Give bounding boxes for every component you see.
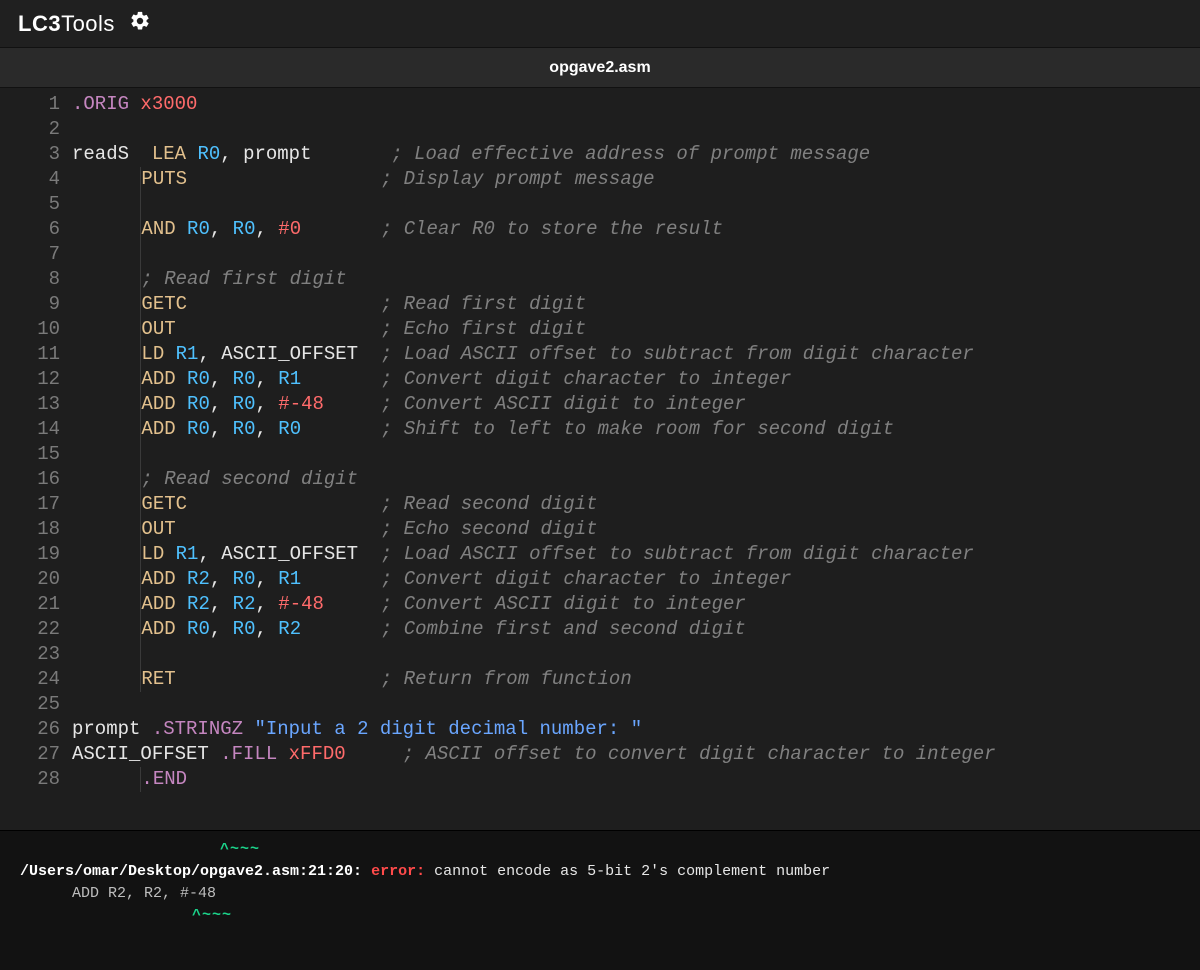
line-number: 8 bbox=[0, 267, 60, 292]
indent-guide bbox=[140, 192, 141, 217]
code-line[interactable]: PUTS ; Display prompt message bbox=[72, 167, 1200, 192]
line-number: 18 bbox=[0, 517, 60, 542]
line-number: 21 bbox=[0, 592, 60, 617]
tabstrip: opgave2.asm bbox=[0, 48, 1200, 88]
console-error-label: error: bbox=[371, 863, 425, 880]
code-line[interactable] bbox=[72, 442, 1200, 467]
code-line[interactable]: ADD R0, R0, R1 ; Convert digit character… bbox=[72, 367, 1200, 392]
line-number: 26 bbox=[0, 717, 60, 742]
line-number: 17 bbox=[0, 492, 60, 517]
line-number: 22 bbox=[0, 617, 60, 642]
code-line[interactable] bbox=[72, 692, 1200, 717]
code-line[interactable] bbox=[72, 117, 1200, 142]
code-line[interactable]: prompt .STRINGZ "Input a 2 digit decimal… bbox=[72, 717, 1200, 742]
indent-guide bbox=[140, 442, 141, 467]
line-number: 27 bbox=[0, 742, 60, 767]
code-line[interactable]: ; Read first digit bbox=[72, 267, 1200, 292]
line-number: 16 bbox=[0, 467, 60, 492]
titlebar: LC3Tools bbox=[0, 0, 1200, 48]
line-number: 28 bbox=[0, 767, 60, 792]
code-line[interactable]: ADD R0, R0, R2 ; Combine first and secon… bbox=[72, 617, 1200, 642]
tab-active[interactable]: opgave2.asm bbox=[549, 59, 650, 77]
code-line[interactable]: .ORIG x3000 bbox=[72, 92, 1200, 117]
app-title-thin: Tools bbox=[61, 11, 115, 36]
code-line[interactable]: ADD R0, R0, R0 ; Shift to left to make r… bbox=[72, 417, 1200, 442]
line-number: 14 bbox=[0, 417, 60, 442]
line-number: 10 bbox=[0, 317, 60, 342]
settings-button[interactable] bbox=[127, 11, 153, 37]
code-line[interactable] bbox=[72, 192, 1200, 217]
line-number: 25 bbox=[0, 692, 60, 717]
code-line[interactable]: ; Read second digit bbox=[72, 467, 1200, 492]
line-number: 20 bbox=[0, 567, 60, 592]
line-number: 13 bbox=[0, 392, 60, 417]
code-line[interactable]: GETC ; Read second digit bbox=[72, 492, 1200, 517]
code-line[interactable]: GETC ; Read first digit bbox=[72, 292, 1200, 317]
code-line[interactable]: RET ; Return from function bbox=[72, 667, 1200, 692]
app-title-bold: LC3 bbox=[18, 11, 61, 36]
indent-guide bbox=[140, 642, 141, 667]
code-line[interactable]: ADD R2, R2, #-48 ; Convert ASCII digit t… bbox=[72, 592, 1200, 617]
code-line[interactable]: LD R1, ASCII_OFFSET ; Load ASCII offset … bbox=[72, 542, 1200, 567]
line-number: 3 bbox=[0, 142, 60, 167]
code-line[interactable]: ASCII_OFFSET .FILL xFFD0 ; ASCII offset … bbox=[72, 742, 1200, 767]
code-editor[interactable]: 1234567891011121314151617181920212223242… bbox=[0, 88, 1200, 830]
code-line[interactable] bbox=[72, 642, 1200, 667]
code-line[interactable]: LD R1, ASCII_OFFSET ; Load ASCII offset … bbox=[72, 342, 1200, 367]
code-line[interactable]: OUT ; Echo first digit bbox=[72, 317, 1200, 342]
console-wave-top: ^~~~ bbox=[220, 841, 260, 858]
console-detail: ADD R2, R2, #-48 bbox=[20, 883, 1180, 905]
line-number: 1 bbox=[0, 92, 60, 117]
app-title: LC3Tools bbox=[18, 11, 115, 37]
code-line[interactable]: OUT ; Echo second digit bbox=[72, 517, 1200, 542]
console-caret: ^~~~ bbox=[192, 907, 232, 924]
code-line[interactable]: AND R0, R0, #0 ; Clear R0 to store the r… bbox=[72, 217, 1200, 242]
code-line[interactable] bbox=[72, 242, 1200, 267]
line-number: 5 bbox=[0, 192, 60, 217]
gear-icon bbox=[129, 10, 151, 37]
code-line[interactable]: ADD R0, R0, #-48 ; Convert ASCII digit t… bbox=[72, 392, 1200, 417]
code-line[interactable]: .END bbox=[72, 767, 1200, 792]
line-number: 6 bbox=[0, 217, 60, 242]
line-gutter: 1234567891011121314151617181920212223242… bbox=[0, 92, 72, 830]
output-console: ^~~~ /Users/omar/Desktop/opgave2.asm:21:… bbox=[0, 830, 1200, 970]
line-number: 4 bbox=[0, 167, 60, 192]
code-line[interactable]: ADD R2, R0, R1 ; Convert digit character… bbox=[72, 567, 1200, 592]
line-number: 7 bbox=[0, 242, 60, 267]
console-error-line: /Users/omar/Desktop/opgave2.asm:21:20: e… bbox=[20, 861, 1180, 883]
editor-pane: 1234567891011121314151617181920212223242… bbox=[0, 88, 1200, 830]
line-number: 11 bbox=[0, 342, 60, 367]
line-number: 9 bbox=[0, 292, 60, 317]
indent-guide bbox=[140, 242, 141, 267]
line-number: 24 bbox=[0, 667, 60, 692]
console-path: /Users/omar/Desktop/opgave2.asm:21:20: bbox=[20, 863, 362, 880]
code-area[interactable]: .ORIG x3000 readS LEA R0, prompt ; Load e… bbox=[72, 92, 1200, 830]
line-number: 19 bbox=[0, 542, 60, 567]
console-message: cannot encode as 5-bit 2's complement nu… bbox=[434, 863, 830, 880]
code-line[interactable]: readS LEA R0, prompt ; Load effective ad… bbox=[72, 142, 1200, 167]
line-number: 12 bbox=[0, 367, 60, 392]
line-number: 2 bbox=[0, 117, 60, 142]
line-number: 23 bbox=[0, 642, 60, 667]
line-number: 15 bbox=[0, 442, 60, 467]
